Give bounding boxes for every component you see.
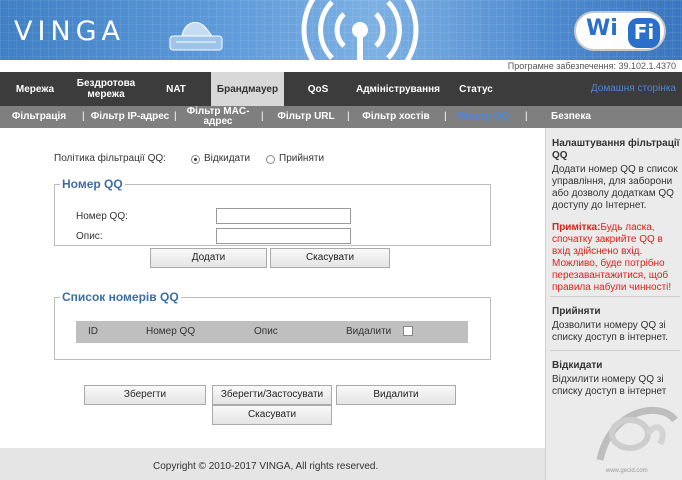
nav-item-administration[interactable]: Адміністрування xyxy=(348,72,448,106)
subnav-item-qq-filter[interactable]: Фільтр QQ xyxy=(452,106,514,128)
subnav-separator: | xyxy=(525,111,528,122)
help-settings-text: Додати номер QQ в список управління, для… xyxy=(552,164,678,211)
description-label: Опис: xyxy=(76,231,103,242)
firmware-version: Програмне забезпечення: 39.102.1.4370 xyxy=(507,61,676,71)
nav-item-qos[interactable]: QoS xyxy=(294,72,342,106)
nav-item-status[interactable]: Статус xyxy=(450,72,502,106)
qq-number-legend: Номер QQ xyxy=(60,177,125,191)
column-header-qq-number: Номер QQ xyxy=(146,326,196,337)
help-accept-title: Прийняти xyxy=(552,306,601,317)
column-header-description: Опис xyxy=(254,326,278,337)
policy-accept-label: Прийняти xyxy=(279,153,325,164)
help-sidebar: Налаштування фільтрації QQ Додати номер … xyxy=(545,128,682,480)
wifi-logo-left: Wi xyxy=(586,16,618,41)
qq-number-input[interactable] xyxy=(216,208,351,224)
policy-label: Політика фільтрації QQ: xyxy=(54,153,166,164)
subnav-item-mac-filter[interactable]: Фільтр MAC-адрес xyxy=(182,106,254,128)
cancel-button[interactable]: Скасувати xyxy=(212,405,332,425)
help-note-label: Примітка: xyxy=(552,222,601,233)
qq-list-table-header: ID Номер QQ Опис Видалити xyxy=(76,321,468,343)
subnav-item-host-filter[interactable]: Фільтр хостів xyxy=(356,106,436,128)
policy-deny-label: Відкидати xyxy=(204,153,251,164)
policy-accept-radio[interactable] xyxy=(266,155,275,164)
main-nav: Мережа Бездротова мережа NAT Брандмауер … xyxy=(0,72,682,106)
help-deny-title: Відкидати xyxy=(552,360,603,371)
column-header-delete: Видалити xyxy=(346,326,392,337)
help-divider xyxy=(550,350,680,351)
nav-item-network[interactable]: Мережа xyxy=(0,72,70,106)
wifi-logo: Wi Fi xyxy=(574,11,666,51)
save-button[interactable]: Зберегти xyxy=(84,385,206,405)
brand-logo: VINGA xyxy=(14,16,126,47)
nav-item-nat[interactable]: NAT xyxy=(152,72,200,106)
add-button[interactable]: Додати xyxy=(150,248,267,268)
help-accept-text: Дозволити номеру QQ зі списку доступ в і… xyxy=(552,320,668,343)
help-divider xyxy=(550,296,680,297)
subnav-item-ip-filter[interactable]: Фільтр IP-адрес xyxy=(90,106,170,128)
column-header-id: ID xyxy=(88,326,98,337)
subnav-item-security[interactable]: Безпека xyxy=(540,106,602,128)
hand-keyboard-icon xyxy=(169,21,223,51)
wireless-signal-icon xyxy=(301,0,419,60)
qq-number-label: Номер QQ: xyxy=(76,211,128,222)
help-note: Примітка:Будь ласка, спочатку закрийте Q… xyxy=(552,222,680,294)
footer: Copyright © 2010-2017 VINGA, All rights … xyxy=(0,448,545,480)
watermark-url: www.gecid.com xyxy=(606,468,648,474)
delete-button[interactable]: Видалити xyxy=(336,385,456,405)
copyright-text: Copyright © 2010-2017 VINGA, All rights … xyxy=(153,461,379,472)
subnav-item-filtering[interactable]: Фільтрація xyxy=(4,106,74,128)
subnav-separator: | xyxy=(82,111,85,122)
subnav-separator: | xyxy=(261,111,264,122)
save-apply-button[interactable]: Зберегти/Застосувати xyxy=(212,385,332,405)
subnav-separator: | xyxy=(174,111,177,122)
subnav-separator: | xyxy=(347,111,350,122)
nav-item-firewall[interactable]: Брандмауер xyxy=(211,72,284,106)
home-page-link[interactable]: Домашня сторінка xyxy=(591,83,676,94)
description-input[interactable] xyxy=(216,228,351,244)
select-all-checkbox[interactable] xyxy=(403,326,413,336)
header-banner: VINGA Wi Fi xyxy=(0,0,682,60)
nav-item-wireless[interactable]: Бездротова мережа xyxy=(70,72,142,106)
subnav-item-url-filter[interactable]: Фільтр URL xyxy=(272,106,340,128)
wifi-logo-right: Fi xyxy=(628,18,660,48)
policy-deny-radio[interactable] xyxy=(191,155,200,164)
sub-nav: Фільтрація | Фільтр IP-адрес | Фільтр MA… xyxy=(0,106,682,128)
gecid-watermark-logo xyxy=(596,406,678,461)
subnav-separator: | xyxy=(444,111,447,122)
cancel-add-button[interactable]: Скасувати xyxy=(270,248,390,268)
qq-list-legend: Список номерів QQ xyxy=(60,290,181,304)
help-settings-title: Налаштування фільтрації QQ xyxy=(552,138,680,161)
